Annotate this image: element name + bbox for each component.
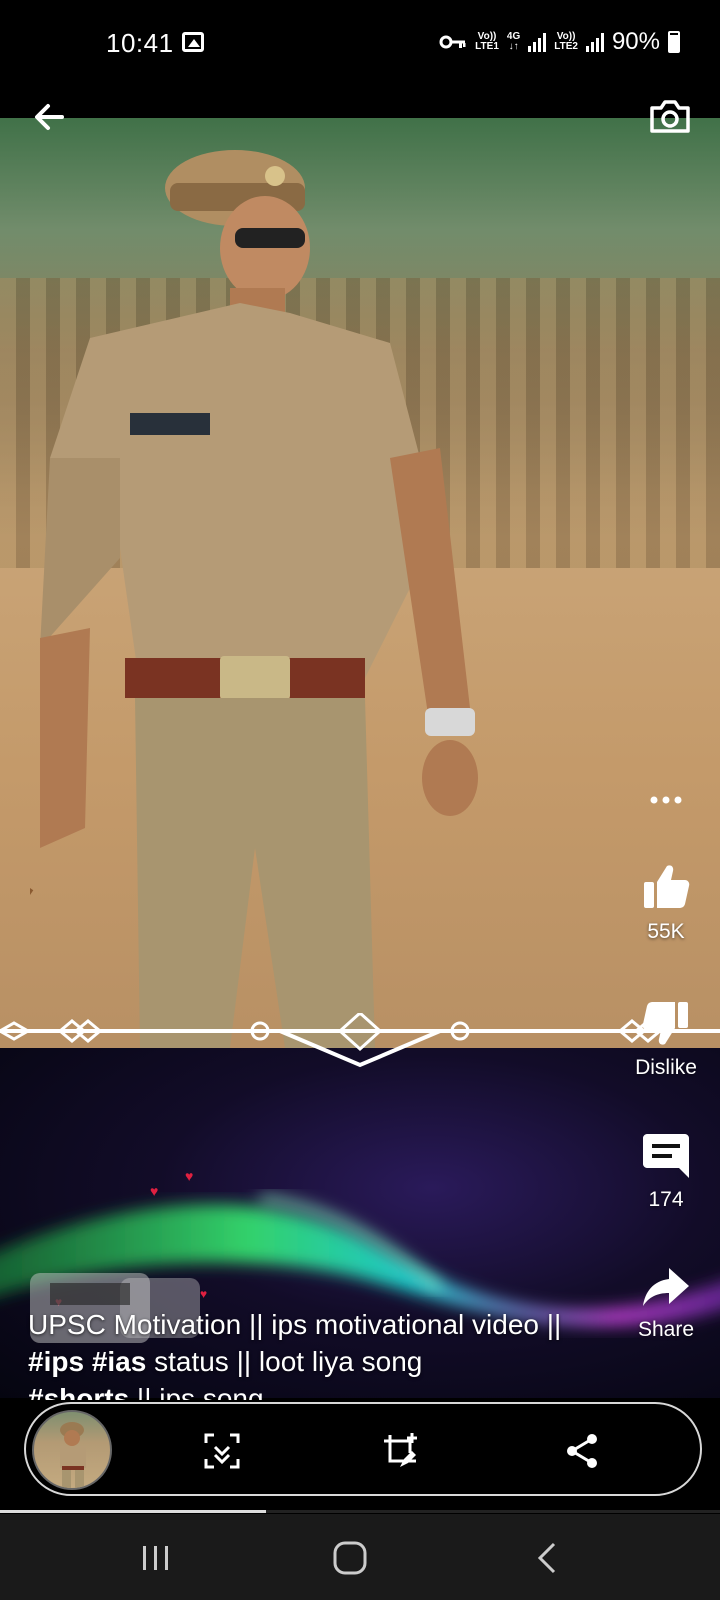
camera-button[interactable] xyxy=(648,96,692,136)
share-button[interactable]: Share xyxy=(612,1264,720,1342)
like-count: 55K xyxy=(647,920,685,943)
fullscreen-scan-icon xyxy=(204,1433,240,1469)
comment-icon xyxy=(643,1134,689,1178)
fullscreen-scan-button[interactable] xyxy=(202,1431,242,1471)
sim2-volte-label: Vo)) LTE2 xyxy=(554,31,578,52)
share-nodes-icon xyxy=(567,1434,597,1468)
hashtag-ips[interactable]: #ips xyxy=(28,1346,84,1377)
like-button[interactable]: 55K xyxy=(612,862,720,944)
comment-count: 174 xyxy=(648,1188,684,1211)
system-nav-bar xyxy=(0,1514,720,1600)
video-caption-overflow[interactable]: #shorts || ips song xyxy=(28,1380,264,1400)
dislike-label: Dislike xyxy=(635,1056,697,1079)
home-icon xyxy=(333,1541,367,1575)
status-bar: 10:41 Vo)) LTE1 4G ↓↑ Vo)) LTE2 90% xyxy=(0,0,720,88)
status-time: 10:41 xyxy=(106,28,174,58)
signal-sim1-icon xyxy=(528,32,547,52)
dislike-button[interactable]: Dislike xyxy=(612,998,720,1080)
video-progress-bar[interactable] xyxy=(0,1510,720,1513)
home-button[interactable] xyxy=(328,1536,372,1580)
thumbnail-image xyxy=(60,1422,86,1488)
network-4g-label: 4G ↓↑ xyxy=(506,31,521,52)
more-horizontal-icon xyxy=(650,796,682,804)
signal-sim2-icon xyxy=(585,32,604,52)
hashtag-shorts[interactable]: #shorts xyxy=(28,1383,129,1400)
battery-percent: 90% xyxy=(611,28,660,55)
recent-apps-button[interactable] xyxy=(134,1536,178,1580)
officer-figure xyxy=(30,150,478,1048)
nav-back-button[interactable] xyxy=(526,1536,570,1580)
hashtag-ias[interactable]: #ias xyxy=(92,1346,147,1377)
video-caption[interactable]: UPSC Motivation || ips motivational vide… xyxy=(28,1306,608,1380)
more-button[interactable] xyxy=(612,790,720,818)
remix-edit-icon xyxy=(384,1433,417,1467)
back-button[interactable] xyxy=(28,96,70,138)
status-indicators: Vo)) LTE1 4G ↓↑ Vo)) LTE2 90% xyxy=(439,28,680,56)
camera-icon xyxy=(650,100,690,133)
recent-apps-icon xyxy=(143,1546,168,1570)
bottom-action-bar xyxy=(24,1402,702,1496)
svg-text:♥: ♥ xyxy=(185,1168,193,1184)
video-progress-fill xyxy=(0,1510,267,1513)
video-thumbnail[interactable] xyxy=(32,1410,112,1490)
vpn-key-icon xyxy=(439,35,466,49)
comments-button[interactable]: 174 xyxy=(612,1130,720,1212)
sim1-volte-label: Vo)) LTE1 xyxy=(475,31,499,52)
share-label: Share xyxy=(637,1318,695,1341)
share-arrow-icon xyxy=(643,1268,689,1306)
thumbs-down-icon xyxy=(642,1002,688,1045)
share-nodes-button[interactable] xyxy=(562,1431,602,1471)
gallery-notification-icon xyxy=(182,32,204,52)
thumbs-up-icon xyxy=(644,865,690,908)
remix-button[interactable] xyxy=(382,1431,422,1471)
svg-text:♥: ♥ xyxy=(150,1183,158,1199)
battery-icon xyxy=(668,31,680,53)
back-chevron-icon xyxy=(537,1542,556,1574)
arrow-left-icon xyxy=(35,104,64,130)
